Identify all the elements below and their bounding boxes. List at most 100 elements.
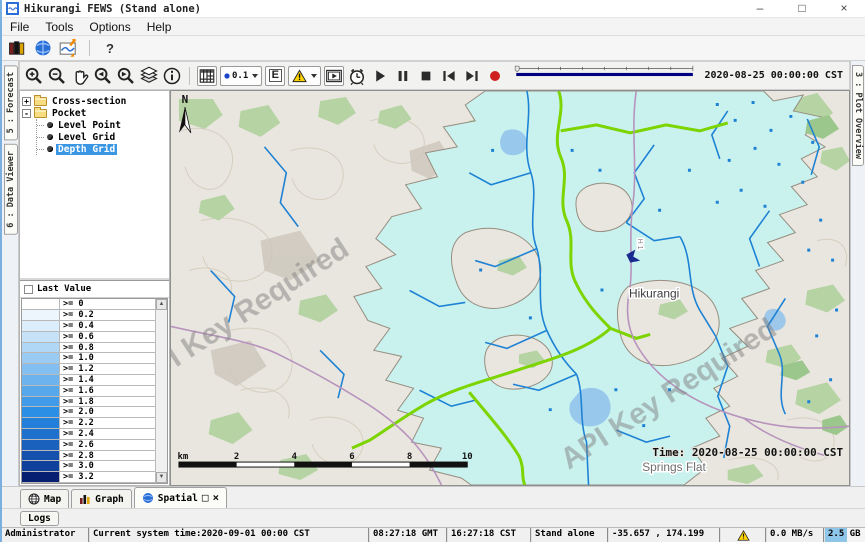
profile-display-icon[interactable] bbox=[59, 39, 79, 57]
scroll-up-icon[interactable]: ▲ bbox=[156, 299, 167, 310]
tab-map[interactable]: Map bbox=[20, 489, 69, 508]
grid-display-icon[interactable] bbox=[7, 39, 27, 57]
legend-swatch bbox=[22, 451, 60, 461]
legend-row: >= 2.4 bbox=[22, 429, 155, 440]
status-bar: Administrator Current system time:2020-0… bbox=[2, 527, 865, 542]
map-time-label: Time: 2020-08-25 00:00:00 CST bbox=[652, 446, 843, 459]
tree-node-level-point[interactable]: Level Point bbox=[37, 119, 167, 131]
svg-text:N: N bbox=[182, 93, 189, 106]
app-logo-icon bbox=[6, 2, 19, 15]
classification-button[interactable]: E bbox=[265, 66, 285, 86]
slider-handle[interactable] bbox=[515, 66, 519, 72]
pan-hand-icon[interactable] bbox=[70, 66, 90, 86]
status-user: Administrator bbox=[2, 528, 90, 542]
status-transfer-rate: 0.0 MB/s bbox=[767, 528, 825, 542]
application-window: Hikurangi FEWS (Stand alone) – □ × File … bbox=[0, 0, 865, 542]
warning-threshold-dropdown[interactable] bbox=[288, 66, 321, 86]
wireframe-globe-icon bbox=[28, 493, 40, 505]
tree-expander[interactable]: - bbox=[22, 109, 31, 118]
close-button[interactable]: × bbox=[823, 0, 865, 17]
layer-bullet-icon bbox=[47, 146, 53, 152]
tree-node-cross-section[interactable]: + Cross-section bbox=[22, 95, 167, 107]
zoom-previous-icon[interactable] bbox=[93, 66, 113, 86]
animation-button[interactable] bbox=[324, 66, 344, 86]
current-time-display: 2020-08-25 00:00:00 CST bbox=[705, 70, 845, 81]
menu-options[interactable]: Options bbox=[81, 19, 138, 35]
zoom-in-icon[interactable] bbox=[24, 66, 44, 86]
tree-node-pocket[interactable]: - Pocket bbox=[22, 107, 167, 119]
tab-spatial[interactable]: Spatial □ × bbox=[134, 487, 227, 508]
skip-to-end-button[interactable] bbox=[462, 66, 482, 86]
tab-maximize-button[interactable]: □ bbox=[202, 493, 209, 503]
tree-expander[interactable]: + bbox=[22, 97, 31, 106]
legend-row: >= 1.0 bbox=[22, 353, 155, 364]
menu-help[interactable]: Help bbox=[139, 19, 180, 35]
zoom-next-icon[interactable] bbox=[116, 66, 136, 86]
locality-label: Springs Flat bbox=[642, 460, 706, 474]
bar-chart-icon bbox=[79, 493, 91, 505]
skip-to-start-button[interactable] bbox=[439, 66, 459, 86]
tab-plot-overview[interactable]: 3 : Plot Overview bbox=[852, 65, 864, 166]
layer-tree: + Cross-section - Pocket Level Point Lev… bbox=[20, 91, 169, 280]
help-button[interactable]: ? bbox=[100, 41, 120, 56]
map-canvas[interactable]: API Key Required API Key Required N Hiku… bbox=[170, 90, 850, 486]
legend-list: >= 0 >= 0.2 >= 0.4 >= 0.6 >= 0.8 >= 1.0 … bbox=[22, 299, 155, 483]
menu-file[interactable]: File bbox=[2, 19, 37, 35]
legend-scrollbar[interactable]: ▲ ▼ bbox=[155, 299, 167, 483]
pause-button[interactable] bbox=[393, 66, 413, 86]
minimize-button[interactable]: – bbox=[739, 0, 781, 17]
svg-text:4: 4 bbox=[292, 452, 297, 462]
tab-data-viewer[interactable]: 6 : Data Viewer bbox=[4, 144, 18, 235]
map-display-icon[interactable] bbox=[33, 39, 53, 57]
tab-graph[interactable]: Graph bbox=[71, 489, 132, 508]
info-icon[interactable] bbox=[162, 66, 182, 86]
legend-row: >= 1.8 bbox=[22, 397, 155, 408]
maximize-button[interactable]: □ bbox=[781, 0, 823, 17]
menu-tools[interactable]: Tools bbox=[37, 19, 81, 35]
legend-swatch bbox=[22, 397, 60, 407]
legend-swatch bbox=[22, 332, 60, 342]
tree-node-depth-grid[interactable]: Depth Grid bbox=[37, 143, 167, 155]
tree-node-level-grid[interactable]: Level Grid bbox=[37, 131, 167, 143]
legend-swatch bbox=[22, 343, 60, 353]
last-value-checkbox[interactable] bbox=[24, 285, 33, 294]
legend-row: >= 0.6 bbox=[22, 332, 155, 343]
logs-button[interactable]: Logs bbox=[20, 511, 59, 526]
grid-layer-button[interactable] bbox=[197, 66, 217, 86]
threshold-value: 0.1 bbox=[232, 71, 248, 81]
legend-swatch bbox=[22, 429, 60, 439]
timer-icon[interactable] bbox=[347, 66, 367, 86]
layers-icon[interactable] bbox=[139, 66, 159, 86]
scroll-down-icon[interactable]: ▼ bbox=[156, 472, 167, 483]
legend-row: >= 2.8 bbox=[22, 451, 155, 462]
legend-header: Last Value bbox=[20, 281, 169, 298]
stop-button[interactable] bbox=[416, 66, 436, 86]
legend-swatch bbox=[22, 321, 60, 331]
layer-bullet-icon bbox=[47, 122, 53, 128]
contour-threshold-dropdown[interactable]: 0.1 bbox=[220, 66, 262, 86]
legend-row: >= 0.2 bbox=[22, 310, 155, 321]
tab-forecast[interactable]: 5 : Forecast bbox=[4, 65, 18, 140]
display-tab-bar: Map Graph Spatial □ × bbox=[2, 486, 865, 508]
toolbar-separator bbox=[89, 40, 90, 56]
legend-swatch bbox=[22, 440, 60, 450]
legend-row: >= 0 bbox=[22, 299, 155, 310]
tab-close-button[interactable]: × bbox=[212, 493, 219, 503]
time-slider[interactable] bbox=[514, 65, 695, 87]
status-system-time: Current system time:2020-09-01 00:00 CST bbox=[90, 528, 370, 542]
legend-row: >= 1.6 bbox=[22, 386, 155, 397]
legend-row: >= 2.2 bbox=[22, 418, 155, 429]
legend-row: >= 3.0 bbox=[22, 461, 155, 472]
legend-row: >= 2.6 bbox=[22, 440, 155, 451]
legend-row: >= 0.4 bbox=[22, 321, 155, 332]
zoom-out-icon[interactable] bbox=[47, 66, 67, 86]
svg-text:2: 2 bbox=[234, 452, 239, 462]
svg-text:10: 10 bbox=[462, 452, 473, 462]
play-button[interactable] bbox=[370, 66, 390, 86]
legend-swatch bbox=[22, 386, 60, 396]
record-button[interactable] bbox=[485, 66, 505, 86]
caret-down-icon bbox=[311, 74, 317, 78]
toolbar-separator bbox=[189, 67, 190, 85]
legend-swatch bbox=[22, 472, 60, 482]
status-warning-icon[interactable] bbox=[721, 528, 767, 542]
